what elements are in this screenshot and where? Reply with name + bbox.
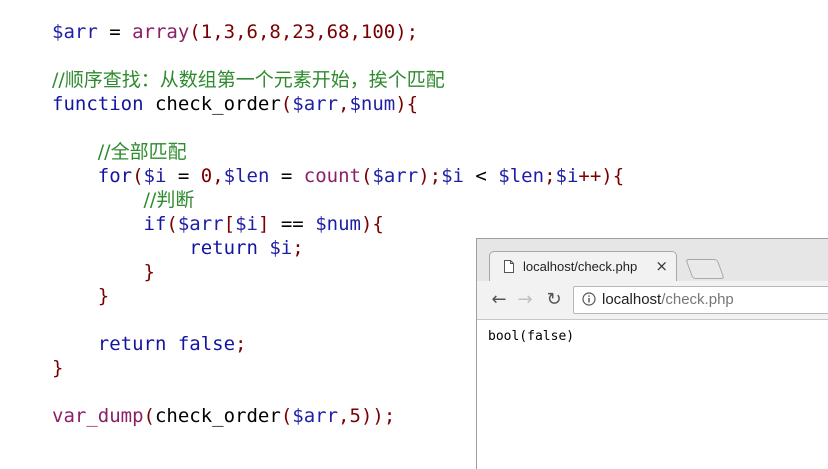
- code-text: =: [97, 21, 133, 43]
- code-keyword: return false: [97, 333, 236, 355]
- url-path: /check.php: [661, 291, 734, 308]
- code-punctuation: ]: [257, 213, 270, 235]
- code-punctuation: ));: [360, 405, 396, 427]
- code-variable: $arr: [52, 21, 98, 43]
- code-text: ==: [269, 213, 316, 235]
- code-line: //判断: [52, 188, 624, 212]
- url-host: localhost: [602, 291, 662, 308]
- code-text: check_order: [154, 93, 281, 115]
- code-comment: //判断: [143, 189, 195, 211]
- code-keyword: function: [52, 93, 155, 115]
- browser-window: localhost/check.php × ← → ↻ localhost/ch…: [476, 238, 828, 469]
- code-comment: //顺序查找：从数组第一个元素开始，挨个匹配: [52, 69, 445, 91]
- url-text[interactable]: localhost/check.php: [602, 291, 734, 308]
- code-variable: $arr: [372, 165, 419, 187]
- code-punctuation: }: [143, 261, 155, 283]
- code-punctuation: (: [280, 405, 293, 427]
- code-variable: $num: [315, 213, 361, 235]
- code-comment: //全部匹配: [97, 141, 187, 163]
- code-line: //顺序查找：从数组第一个元素开始，挨个匹配: [52, 68, 624, 92]
- code-punctuation: ,: [212, 165, 224, 187]
- info-icon[interactable]: [582, 292, 596, 306]
- code-keyword: if: [143, 213, 167, 235]
- tab-strip: localhost/check.php ×: [477, 239, 828, 282]
- code-punctuation: ;: [235, 333, 247, 355]
- code-punctuation: (: [280, 93, 293, 115]
- code-punctuation: ){: [360, 213, 384, 235]
- code-function: array: [132, 21, 190, 43]
- code-line: $arr = array(1,3,6,8,23,68,100);: [52, 20, 624, 44]
- forward-arrow-icon[interactable]: →: [515, 290, 535, 310]
- address-bar[interactable]: localhost/check.php: [573, 286, 828, 314]
- code-variable: $arr: [292, 405, 339, 427]
- code-punctuation: ,: [338, 93, 350, 115]
- code-variable: $len: [223, 165, 270, 187]
- code-line: for($i = 0,$len = count($arr);$i < $len;…: [52, 164, 624, 188]
- new-tab-button[interactable]: [685, 259, 725, 279]
- code-punctuation: (: [360, 165, 373, 187]
- code-punctuation: ;: [292, 237, 304, 259]
- code-punctuation: ;: [544, 165, 556, 187]
- code-punctuation: (: [189, 21, 201, 43]
- code-line: function check_order($arr,$num){: [52, 92, 624, 116]
- code-variable: $i: [555, 165, 579, 187]
- code-variable: $i: [269, 237, 293, 259]
- code-number: 0: [200, 165, 213, 187]
- code-function: count: [303, 165, 361, 187]
- code-line: //全部匹配: [52, 140, 624, 164]
- back-arrow-icon[interactable]: ←: [489, 290, 509, 310]
- code-number: 1,3,6,8,23,68,100: [200, 21, 396, 43]
- browser-toolbar: ← → ↻ localhost/check.php: [477, 281, 828, 320]
- code-variable: $len: [498, 165, 545, 187]
- code-variable: $num: [349, 93, 396, 115]
- code-text: =: [269, 165, 304, 187]
- code-text: =: [166, 165, 201, 187]
- code-text: check_order: [154, 405, 281, 427]
- code-punctuation: (: [166, 213, 178, 235]
- code-punctuation: ++){: [578, 165, 625, 187]
- code-punctuation: }: [52, 357, 64, 379]
- code-variable: $i: [235, 213, 258, 235]
- reload-icon[interactable]: ↻: [544, 290, 564, 310]
- code-variable: $i: [441, 165, 464, 187]
- code-punctuation: ,: [338, 405, 350, 427]
- code-text: <: [463, 165, 499, 187]
- code-keyword: return: [189, 237, 270, 259]
- tab-title: localhost/check.php: [523, 259, 638, 274]
- page-icon: [504, 260, 514, 273]
- code-punctuation: (: [143, 405, 155, 427]
- code-variable: $i: [143, 165, 167, 187]
- code-keyword: for: [97, 165, 133, 187]
- close-icon[interactable]: ×: [655, 257, 668, 275]
- code-punctuation: }: [97, 285, 110, 307]
- code-punctuation: [: [223, 213, 236, 235]
- code-punctuation: );: [395, 21, 419, 43]
- code-function: var_dump: [52, 405, 144, 427]
- code-line: if($arr[$i] == $num){: [52, 212, 624, 236]
- page-output: bool(false): [488, 329, 575, 344]
- code-punctuation: );: [418, 165, 442, 187]
- code-number: 5: [349, 405, 361, 427]
- code-variable: $arr: [177, 213, 224, 235]
- code-variable: $arr: [292, 93, 339, 115]
- browser-tab[interactable]: localhost/check.php ×: [489, 251, 677, 282]
- code-punctuation: ){: [395, 93, 419, 115]
- code-punctuation: (: [132, 165, 144, 187]
